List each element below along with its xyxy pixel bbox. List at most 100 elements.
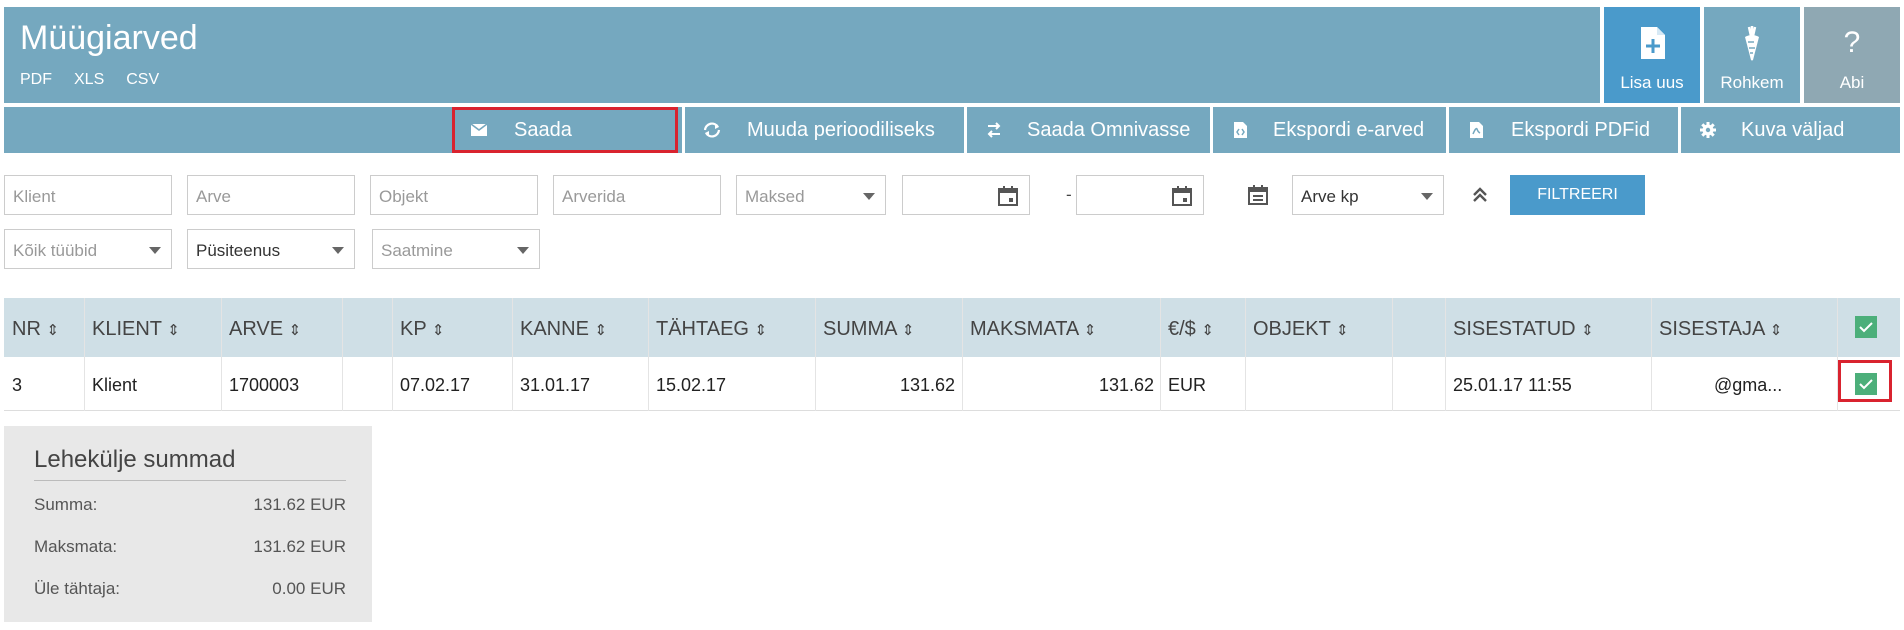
column-header-nr[interactable]: NR ⇕ [12, 318, 59, 341]
object-filter-input[interactable]: Objekt [370, 175, 538, 215]
send-label: Saada [514, 119, 572, 141]
column-divider [1245, 298, 1246, 411]
types-select-value: Kõik tüübid [13, 241, 98, 260]
column-divider [342, 298, 343, 411]
export-xls-link[interactable]: XLS [74, 71, 104, 89]
total-overdue-value: 0.00 EUR [272, 579, 346, 598]
page-totals-panel: Lehekülje summad Summa: 131.62 EUR Maksm… [4, 426, 372, 622]
sending-select-value: Saatmine [381, 241, 453, 260]
send-omniva-label: Saada Omnivasse [1027, 119, 1191, 141]
sort-icon: ⇕ [901, 322, 915, 339]
invoice-filter-input[interactable]: Arve [187, 175, 355, 215]
service-select[interactable]: Püsiteenus [187, 229, 355, 269]
date-type-select[interactable]: Arve kp [1292, 175, 1444, 215]
column-header-invoice[interactable]: ARVE ⇕ [229, 318, 301, 341]
pdf-file-icon [1470, 122, 1483, 138]
calendar-icon[interactable] [1171, 185, 1193, 207]
column-header-sum[interactable]: SUMMA ⇕ [823, 318, 914, 341]
export-csv-link[interactable]: CSV [126, 71, 159, 89]
total-sum-value: 131.62 EUR [253, 495, 346, 514]
column-header-kp-label: KP [400, 318, 427, 340]
column-header-due[interactable]: TÄHTAEG ⇕ [656, 318, 767, 341]
column-divider [1445, 298, 1446, 411]
column-header-enterer-label: SISESTAJA [1659, 318, 1765, 340]
date-to-input[interactable] [1076, 175, 1204, 215]
calendar-icon[interactable] [997, 185, 1019, 207]
select-all-checkbox[interactable] [1855, 316, 1877, 338]
column-header-unpaid-label: MAKSMATA [970, 318, 1079, 340]
refresh-icon [703, 122, 721, 138]
cell-kp: 07.02.17 [400, 375, 471, 395]
column-divider [84, 298, 85, 411]
show-fields-label: Kuva väljad [1741, 119, 1845, 141]
column-header-due-label: TÄHTAEG [656, 318, 749, 340]
question-icon: ? [1843, 26, 1861, 59]
column-header-object[interactable]: OBJEKT ⇕ [1253, 318, 1349, 341]
date-from-input[interactable] [902, 175, 1030, 215]
sort-icon: ⇕ [1201, 322, 1214, 339]
cell-invoice[interactable]: 1700003 [229, 375, 299, 396]
help-button[interactable]: ? Abi [1804, 7, 1900, 103]
sort-icon: ⇕ [1083, 322, 1097, 339]
send-omniva-button[interactable]: Saada Omnivasse [964, 107, 1210, 153]
chevron-down-icon [149, 247, 161, 254]
sort-icon: ⇕ [431, 322, 445, 339]
divider [34, 480, 346, 481]
total-unpaid-row: Maksmata: 131.62 EUR [34, 537, 346, 557]
add-new-button[interactable]: Lisa uus [1604, 7, 1700, 103]
total-unpaid-value: 131.62 EUR [253, 537, 346, 556]
gear-icon [1700, 122, 1716, 138]
code-file-icon [1234, 122, 1247, 138]
make-periodic-button[interactable]: Muuda perioodiliseks [682, 107, 964, 153]
column-header-kanne[interactable]: KANNE ⇕ [520, 318, 607, 341]
export-links: PDF XLS CSV [20, 71, 159, 89]
types-select[interactable]: Kõik tüübid [4, 229, 172, 269]
column-header-unpaid[interactable]: MAKSMATA ⇕ [970, 318, 1096, 341]
date-list-icon[interactable] [1247, 184, 1269, 206]
cell-unpaid: 131.62 [1098, 375, 1154, 395]
total-overdue-row: Üle tähtaja: 0.00 EUR [34, 579, 346, 599]
column-header-currency-label: €/$ [1168, 318, 1196, 340]
column-header-object-label: OBJEKT [1253, 318, 1331, 340]
column-divider [512, 298, 513, 411]
page-header: Müügiarved PDF XLS CSV [4, 7, 1600, 103]
cell-due: 15.02.17 [656, 375, 727, 395]
payments-select[interactable]: Maksed [736, 175, 886, 215]
column-header-kp[interactable]: KP ⇕ [400, 318, 444, 341]
add-new-label: Lisa uus [1620, 73, 1684, 92]
carrot-icon [1745, 26, 1759, 61]
cell-client[interactable]: Klient [92, 375, 137, 396]
column-header-nr-label: NR [12, 318, 41, 340]
column-header-client[interactable]: KLIENT ⇕ [92, 318, 180, 341]
column-header-entered[interactable]: SISESTATUD ⇕ [1453, 318, 1594, 341]
sort-icon: ⇕ [288, 322, 302, 339]
help-label: Abi [1839, 73, 1865, 92]
service-select-value: Püsiteenus [196, 241, 281, 260]
payments-select-value: Maksed [745, 187, 805, 206]
more-button[interactable]: Rohkem [1704, 7, 1800, 103]
column-divider [1651, 298, 1652, 411]
send-button[interactable]: Saada [452, 107, 678, 153]
make-periodic-label: Muuda perioodiliseks [747, 119, 935, 141]
export-pdfs-button[interactable]: Ekspordi PDFid [1446, 107, 1678, 153]
export-einvoices-button[interactable]: Ekspordi e-arved [1210, 107, 1446, 153]
invoice-row-filter-input[interactable]: Arverida [553, 175, 721, 215]
transfer-icon [987, 122, 1001, 138]
check-icon [1859, 322, 1873, 333]
column-header-currency[interactable]: €/$ ⇕ [1168, 318, 1214, 341]
collapse-filters-icon[interactable] [1470, 185, 1490, 205]
page-title: Müügiarved [20, 19, 198, 57]
export-pdf-link[interactable]: PDF [20, 71, 52, 89]
column-header-entered-label: SISESTATUD [1453, 318, 1576, 340]
sending-select[interactable]: Saatmine [372, 229, 540, 269]
total-sum-row: Summa: 131.62 EUR [34, 495, 346, 515]
show-fields-button[interactable]: Kuva väljad [1678, 107, 1900, 153]
column-divider [648, 298, 649, 411]
export-einvoices-label: Ekspordi e-arved [1273, 119, 1425, 141]
cell-entered: 25.01.17 11:55 [1453, 375, 1572, 395]
column-divider [1160, 298, 1161, 411]
total-sum-label: Summa: [34, 495, 98, 514]
column-header-enterer[interactable]: SISESTAJA ⇕ [1659, 318, 1782, 341]
filter-button[interactable]: FILTREERI [1510, 175, 1645, 215]
client-filter-input[interactable]: Klient [4, 175, 172, 215]
